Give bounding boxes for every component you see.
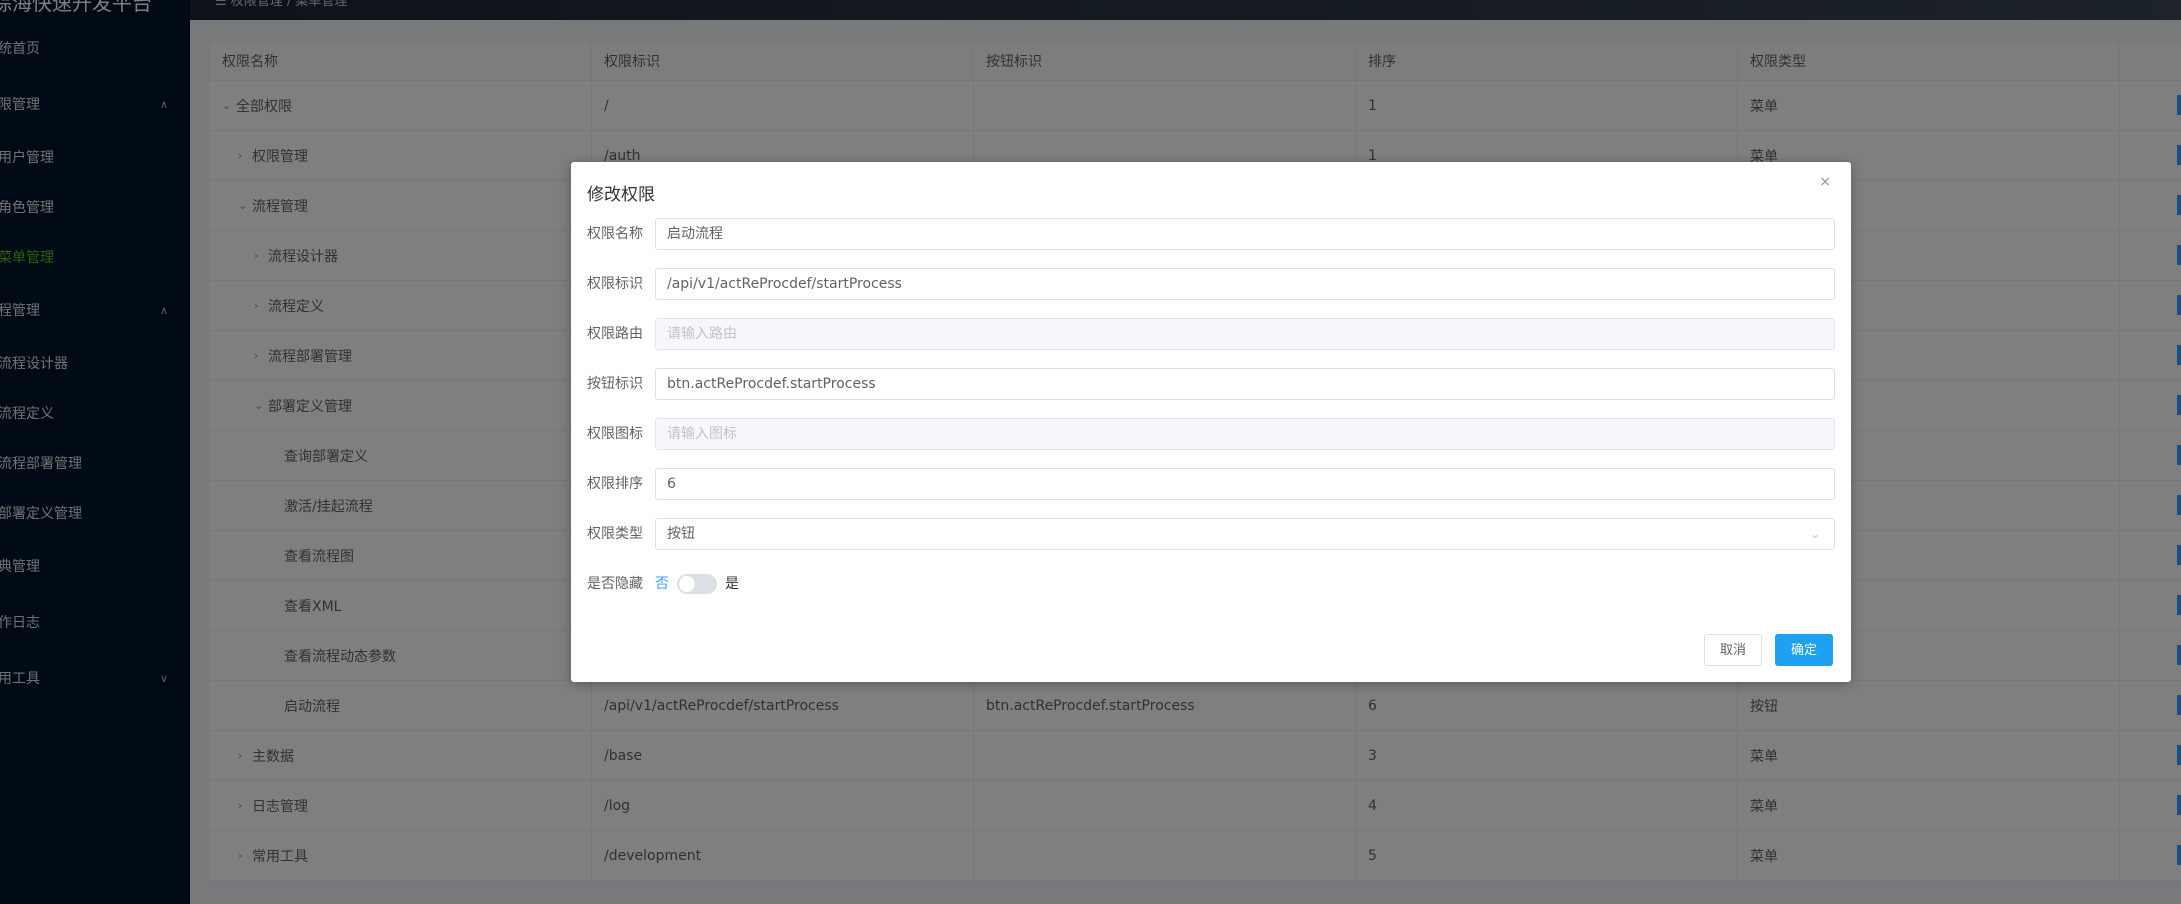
name-input[interactable]: 启动流程 — [655, 218, 1835, 250]
form-row-icon: 权限图标 请输入图标 — [587, 418, 1835, 450]
cancel-button[interactable]: 取消 — [1704, 634, 1763, 666]
code-input[interactable]: /api/v1/actReProcdef/startProcess — [655, 268, 1835, 300]
icon-input[interactable]: 请输入图标 — [655, 418, 1835, 450]
dialog-title: 修改权限 — [587, 185, 655, 205]
code-label: 权限标识 — [587, 276, 643, 292]
hidden-label: 是否隐藏 — [587, 576, 643, 592]
hidden-switch-group: 否是 — [655, 568, 739, 600]
hidden-toggle[interactable] — [677, 574, 717, 594]
route-input[interactable]: 请输入路由 — [655, 318, 1835, 350]
sort-label: 权限排序 — [587, 476, 643, 492]
form-row-name: 权限名称 启动流程 — [587, 218, 1835, 250]
button-code-input[interactable]: btn.actReProcdef.startProcess — [655, 368, 1835, 400]
form-row-route: 权限路由 请输入路由 — [587, 318, 1835, 350]
type-select[interactable]: 按钮 ⌄ — [655, 518, 1835, 550]
toggle-knob — [679, 576, 695, 592]
type-select-value: 按钮 — [667, 526, 695, 542]
form-row-button: 按钮标识 btn.actReProcdef.startProcess — [587, 368, 1835, 400]
route-label: 权限路由 — [587, 326, 643, 342]
type-label: 权限类型 — [587, 526, 643, 542]
edit-permission-dialog: 修改权限 × 权限名称 启动流程 权限标识 /api/v1/actReProcd… — [571, 162, 1851, 682]
icon-label: 权限图标 — [587, 426, 643, 442]
chevron-down-icon: ⌄ — [1809, 527, 1820, 541]
form-row-sort: 权限排序 6 — [587, 468, 1835, 500]
sort-input[interactable]: 6 — [655, 468, 1835, 500]
name-label: 权限名称 — [587, 226, 643, 242]
form-row-type: 权限类型 按钮 ⌄ — [587, 518, 1835, 550]
confirm-button[interactable]: 确定 — [1775, 634, 1834, 666]
switch-on-text[interactable]: 是 — [725, 576, 739, 592]
close-icon[interactable]: × — [1819, 174, 1831, 190]
form-row-hidden: 是否隐藏 否是 — [587, 568, 1835, 600]
form-row-code: 权限标识 /api/v1/actReProcdef/startProcess — [587, 268, 1835, 300]
button-code-label: 按钮标识 — [587, 376, 643, 392]
switch-off-text[interactable]: 否 — [655, 576, 669, 592]
